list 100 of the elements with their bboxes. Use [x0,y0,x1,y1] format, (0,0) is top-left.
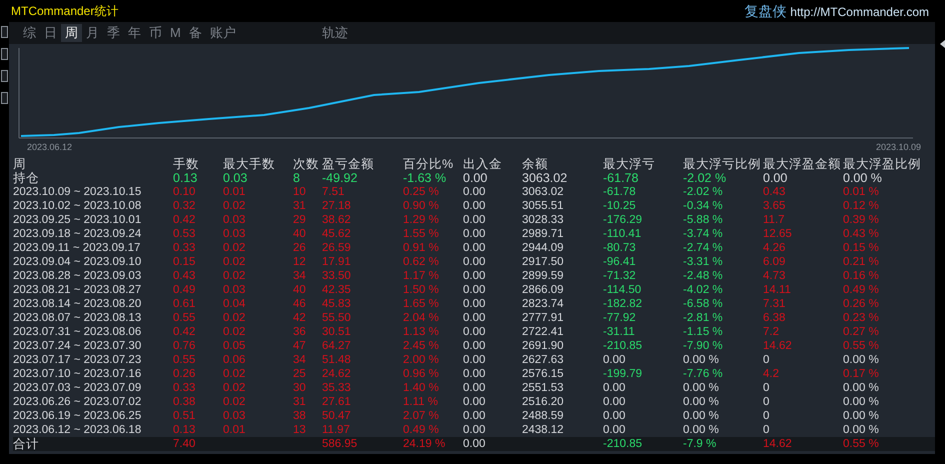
table-cell: 51.48 [322,354,351,366]
table-cell: 11.7 [763,214,785,226]
table-cell: 0.00 [463,270,486,282]
table-cell: 0.43 [763,186,786,198]
tab[interactable]: 日 [40,24,61,42]
table-cell: 持仓 [13,171,39,185]
table-cell: 14.62 [763,340,792,352]
table-cell: 0.00 [463,312,486,324]
table-cell: 0.01 [223,424,246,436]
table-cell: 0.15 [173,256,196,268]
table-cell: -61.78 [603,186,636,198]
table-cell: 3063.02 [522,186,564,198]
table-cell: -71.32 [603,270,636,282]
table-cell: 2823.74 [522,298,564,310]
table-cell: -2.02 % [683,171,726,185]
table-cell: 26 [293,242,306,254]
table-cell: 2023.07.31 ~ 2023.08.06 [13,326,142,338]
table-cell: 1.65 % [403,298,439,310]
table-cell: -1.15 % [683,326,723,338]
table-cell: -210.85 [603,340,642,352]
table-cell: 34 [293,354,306,366]
tab[interactable]: 月 [82,24,103,42]
table-cell: 38.62 [322,214,351,226]
website-link[interactable]: http://MTCommander.com [790,2,929,20]
table-cell: 0.02 [223,242,246,254]
table-cell: 2944.09 [522,242,564,254]
table-cell: 0.02 [223,256,246,268]
table-cell: -5.88 % [683,214,723,226]
table-cell: 0.00 [463,186,486,198]
table-cell: 0.39 % [843,214,879,226]
table-cell: 0.26 % [843,298,879,310]
table-cell: 0.03 [223,171,248,185]
tab[interactable]: 综 [19,24,40,42]
table-cell: 0.00 [603,424,626,436]
panel-button-icon[interactable] [1,26,8,38]
panel-button-icon[interactable] [1,92,8,104]
pointer-icon [940,40,945,48]
table-cell: 0.21 % [843,256,879,268]
table-cell: 0.00 [463,214,486,226]
table-cell: -2.48 % [683,270,723,282]
table-cell: 0.00 [463,424,486,436]
table-cell: 40 [293,228,306,240]
table-cell: -110.41 [603,228,642,240]
table-cell: 0.55 [173,312,196,324]
table-cell: 38 [293,410,306,422]
tab[interactable]: M [166,24,185,42]
table-cell: 0.00 [603,396,626,408]
table-cell: 2.00 % [403,354,439,366]
brand-name: 复盘侠 [744,2,786,20]
table-cell: 0.00 [463,396,486,408]
table-cell: 27.61 [322,396,351,408]
column-header: 最大浮亏比例 [683,157,761,171]
table-cell: 47 [293,340,306,352]
table-cell: -2.81 % [683,312,723,324]
table-cell: -61.78 [603,171,638,185]
table-cell: -0.34 % [683,200,723,212]
table-cell: 4.2 [763,368,779,380]
table-cell: -3.74 % [683,228,723,240]
table-cell: 0.49 % [403,424,439,436]
table-cell: 0.00 % [843,171,882,185]
table-cell: 0.17 % [843,368,879,380]
tab[interactable]: 周 [61,24,82,42]
table-cell: -3.31 % [683,256,723,268]
column-header: 最大浮亏 [603,157,655,171]
tab[interactable]: 备 [184,24,206,42]
table-cell: 0.00 % [843,382,879,394]
tab[interactable]: 季 [103,24,124,42]
table-cell: 2023.07.17 ~ 2023.07.23 [13,354,142,366]
tab[interactable]: 币 [145,24,166,42]
table-cell: -80.73 [603,242,636,254]
panel-button-icon[interactable] [1,48,8,60]
table-cell: 0.00 [463,284,486,296]
table-cell: 0.49 % [843,284,879,296]
table-cell: 0.00 [463,382,486,394]
panel-button-icon[interactable] [1,70,8,82]
table-cell: 0.61 [173,298,196,310]
tab[interactable]: 账户 [206,24,240,42]
table-cell: 36 [293,326,306,338]
tab[interactable]: 轨迹 [318,24,352,42]
table-cell: 0.55 [173,354,196,366]
table-cell: 33.50 [322,270,351,282]
table-cell: 0.03 [223,284,246,296]
table-cell: 2516.20 [522,396,564,408]
tab[interactable]: 年 [124,24,145,42]
table-cell: 1.50 % [403,284,439,296]
table-cell: 0.00 [463,171,488,185]
table-cell: 31 [293,396,306,408]
table-cell: 0.42 [173,214,196,226]
table-cell: 3063.02 [522,171,568,185]
table-cell: 0.26 [173,368,196,380]
table-cell: 0.02 [223,396,246,408]
table-cell: 0.10 [173,186,196,198]
table-cell: -176.29 [603,214,642,226]
table-cell: 0.04 [223,298,246,310]
table-cell: 0.00 [463,200,486,212]
table-cell: 0.03 [223,410,246,422]
table-cell: 6.09 [763,256,786,268]
table-cell: 2551.53 [522,382,564,394]
table-cell: -31.11 [603,326,635,338]
table-cell: 0.01 [223,186,246,198]
